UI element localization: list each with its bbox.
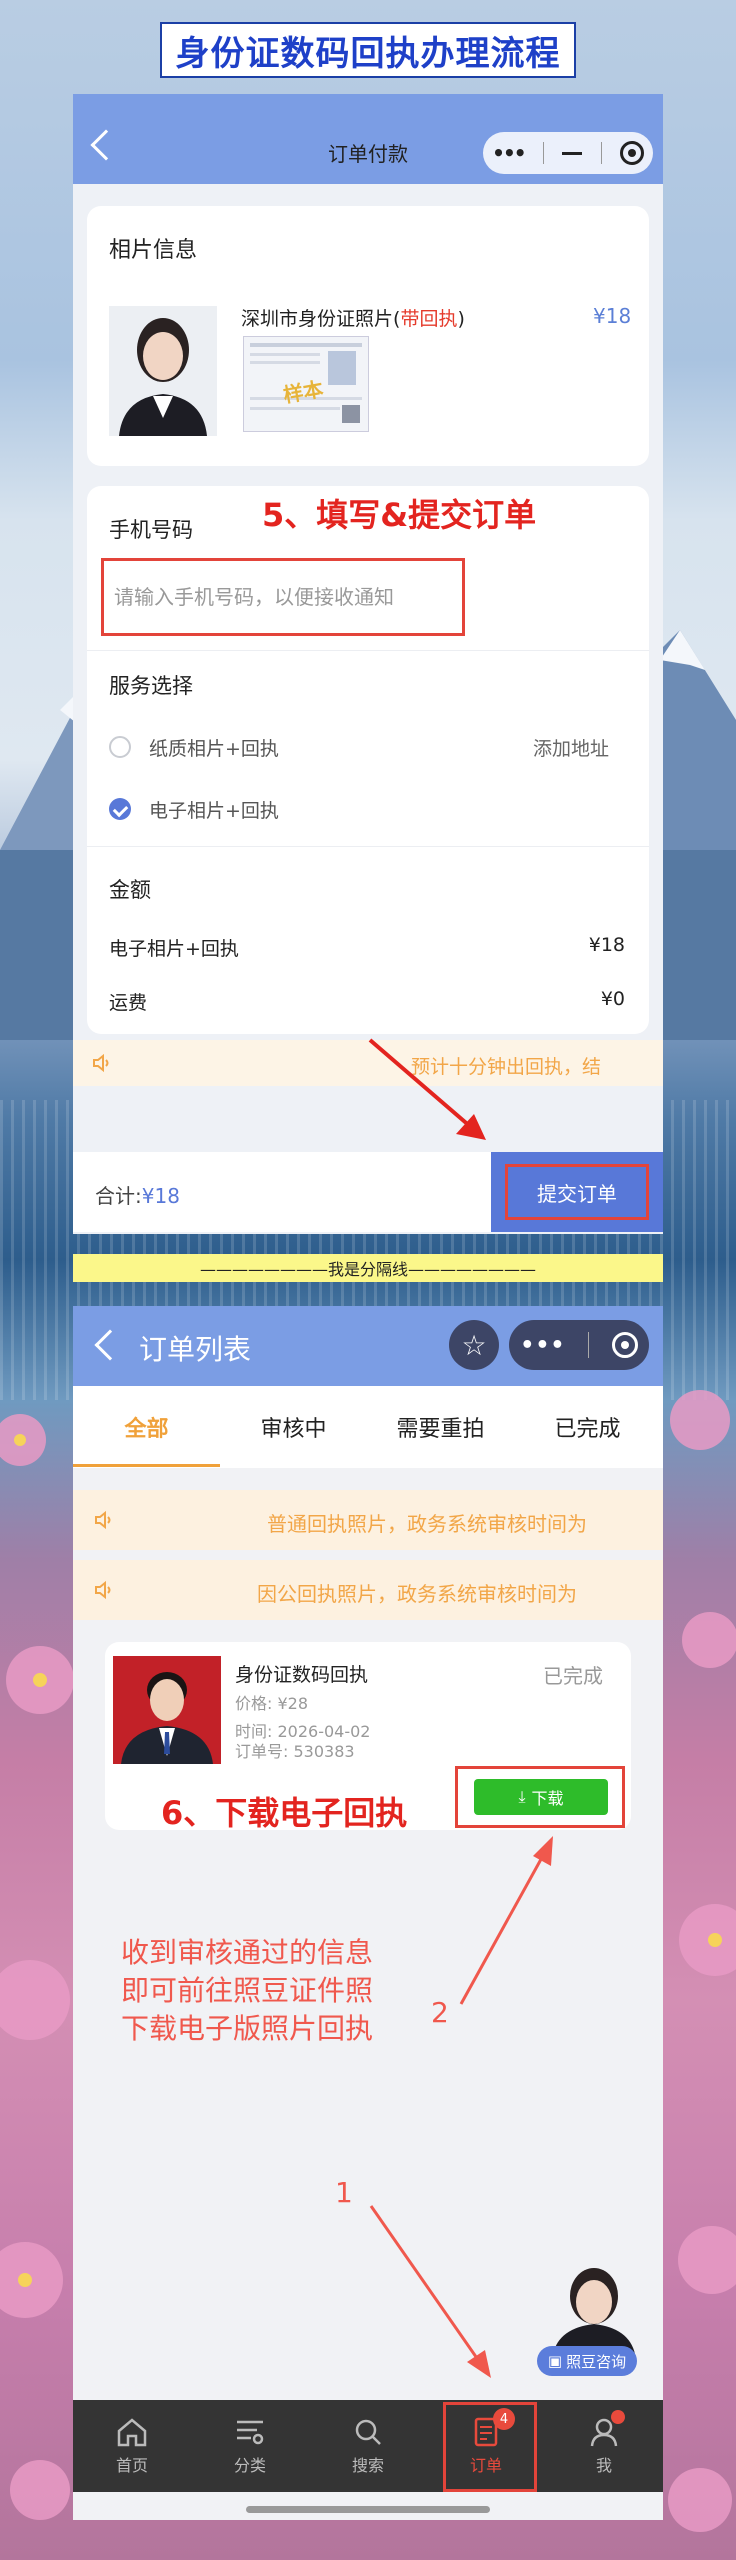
phone-input-highlight [101, 558, 465, 636]
step-6-callout: 6、下载电子回执 [161, 1794, 408, 1832]
instruction-note: 收到审核通过的信息 即可前往照豆证件照 下载电子版照片回执 [121, 1936, 374, 2045]
order-total: 合计:¥18 [95, 1184, 180, 1208]
download-icon: ⤓ [518, 1787, 526, 1806]
more-icon[interactable]: ••• [520, 1333, 565, 1358]
order-tabs: 全部 审核中 需要重拍 已完成 [73, 1386, 663, 1468]
order-list-title: 订单列表 [139, 1333, 252, 1366]
tab-completed[interactable]: 已完成 [514, 1386, 661, 1468]
chat-icon: ▣ [547, 2352, 563, 2370]
active-tab-indicator [73, 1464, 220, 1467]
category-icon [237, 2420, 264, 2445]
speaker-icon [95, 1510, 111, 1530]
receipt-tag: 带回执 [400, 308, 458, 330]
bottom-tabbar: 首页 分类 搜索 订单 4 我 [73, 2400, 663, 2492]
tab-reviewing[interactable]: 审核中 [220, 1386, 367, 1468]
close-miniprogram-icon[interactable] [611, 1332, 638, 1358]
arrow-to-orders-tab [369, 2205, 491, 2378]
star-icon[interactable]: ☆ [449, 1320, 499, 1370]
option-label-paper[interactable]: 纸质相片+回执 [149, 734, 279, 761]
divider [87, 846, 649, 847]
notification-dot [611, 2410, 625, 2424]
orders-tab-highlight [443, 2402, 537, 2492]
tabbar-category[interactable]: 分类 [191, 2400, 309, 2492]
order-total-value: ¥18 [141, 1184, 180, 1208]
page-banner-title: 身份证数码回执办理流程 [160, 22, 576, 78]
phone-label: 手机号码 [109, 518, 193, 542]
shipping-line-value: ¥0 [600, 988, 625, 1010]
home-icon [117, 2418, 147, 2447]
notice-text: 普通回执照片，政务系统审核时间为 [267, 1512, 587, 1536]
divider [87, 650, 649, 651]
tabbar-me[interactable]: 我 [545, 2400, 663, 2492]
submit-area: 提交订单 [491, 1152, 663, 1232]
photo-section-title: 相片信息 [109, 238, 198, 263]
speaker-icon [93, 1053, 109, 1073]
separator-strip: ————————我是分隔线———————— [73, 1254, 663, 1282]
minimize-icon[interactable] [562, 151, 583, 155]
amount-line-label: 电子相片+回执 [109, 938, 239, 960]
product-name: 深圳市身份证照片(带回执) [241, 308, 465, 330]
home-indicator [246, 2506, 490, 2513]
order-form-card: 手机号码 服务选择 纸质相片+回执 添加地址 电子相片+回执 金额 电子相片+回… [87, 486, 649, 1034]
notice-text: 因公回执照片，政务系统审核时间为 [257, 1582, 577, 1606]
notice-row: 普通回执照片，政务系统审核时间为 [73, 1490, 663, 1550]
service-label: 服务选择 [109, 674, 193, 698]
consult-button[interactable]: ▣ 照豆咨询 [537, 2346, 637, 2376]
shipping-line-label: 运费 [109, 992, 148, 1014]
product-price: ¥18 [593, 304, 632, 328]
tabbar-home[interactable]: 首页 [73, 2400, 191, 2492]
radio-electronic-option[interactable] [109, 798, 131, 820]
step-number-2: 2 [431, 1996, 449, 2029]
order-product-name: 身份证数码回执 [235, 1664, 369, 1686]
id-photo-thumbnail [109, 306, 217, 436]
arrow-to-submit [368, 1038, 486, 1140]
checkout-header: 订单付款 ••• [73, 94, 663, 184]
notice-row: 因公回执照片，政务系统审核时间为 [73, 1560, 663, 1620]
search-icon [355, 2419, 381, 2445]
step-5-callout: 5、填写&提交订单 [262, 496, 537, 534]
miniprogram-capsule: ••• [509, 1320, 649, 1370]
miniprogram-capsule: ••• [483, 132, 653, 174]
back-icon[interactable] [94, 1329, 126, 1361]
order-list-screen: 订单列表 ☆ ••• 全部 审核中 需要重拍 已完成 普通回执照片，政务系统审核… [73, 1306, 663, 2520]
amount-label: 金额 [109, 878, 151, 902]
add-address-link[interactable]: 添加地址 [533, 734, 609, 761]
option-label-electronic[interactable]: 电子相片+回执 [149, 796, 279, 823]
download-button[interactable]: ⤓ 下载 [474, 1779, 608, 1815]
submit-order-button[interactable]: 提交订单 [505, 1164, 649, 1220]
order-price: 价格: ¥28 [235, 1694, 309, 1713]
order-photo-thumbnail [113, 1656, 221, 1764]
close-miniprogram-icon[interactable] [619, 141, 644, 165]
order-status: 已完成 [543, 1664, 603, 1688]
order-list-header: 订单列表 ☆ ••• [73, 1306, 663, 1386]
checkout-bottom-bar: 合计:¥18 提交订单 [73, 1152, 663, 1232]
tab-all[interactable]: 全部 [73, 1386, 220, 1468]
download-highlight: ⤓ 下载 [455, 1766, 625, 1828]
photo-info-card: 相片信息 深圳市身份证照片(带回执) 样本 ¥18 [87, 206, 649, 466]
tab-retake[interactable]: 需要重拍 [367, 1386, 514, 1468]
phone-input[interactable] [114, 585, 444, 609]
tabbar-search[interactable]: 搜索 [309, 2400, 427, 2492]
speaker-icon [95, 1580, 111, 1600]
more-icon[interactable]: ••• [492, 141, 526, 165]
amount-line-value: ¥18 [588, 934, 625, 956]
radio-paper-option[interactable] [109, 736, 131, 758]
step-number-1: 1 [335, 2176, 353, 2209]
arrow-to-download [459, 1836, 553, 2005]
order-number: 订单号: 530383 [235, 1742, 355, 1761]
